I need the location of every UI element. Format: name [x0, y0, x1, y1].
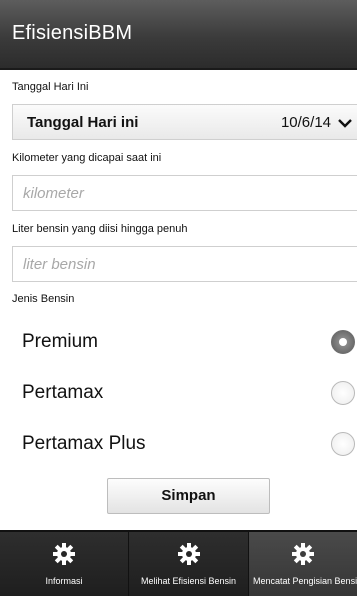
radio-label: Pertamax Plus [22, 433, 146, 454]
liter-input[interactable] [13, 247, 357, 281]
app-title: EfisiensiBBM [12, 22, 133, 44]
fuel-type-label: Jenis Bensin [12, 293, 75, 305]
radio-option-premium[interactable]: Premium [12, 322, 357, 362]
radio-button[interactable] [331, 432, 355, 456]
gear-icon [177, 543, 200, 565]
tab-label: Informasi [45, 576, 83, 586]
gear-icon [292, 543, 314, 565]
radio-option-pertamax-plus[interactable]: Pertamax Plus [12, 424, 357, 464]
tab-melihat-efisiensi[interactable]: Melihat Efisiensi Bensin [129, 532, 249, 596]
date-value: 10/6/14 [280, 114, 331, 131]
liter-field[interactable] [12, 246, 357, 282]
date-section-label: Tanggal Hari Ini [12, 81, 89, 93]
date-picker[interactable]: Tanggal Hari ini 10/6/14 [12, 104, 357, 140]
tab-informasi[interactable]: Informasi [0, 532, 129, 596]
kilometer-label: Kilometer yang dicapai saat ini [12, 152, 162, 164]
radio-button[interactable] [331, 381, 355, 405]
kilometer-input[interactable] [13, 176, 357, 210]
date-picker-label: Tanggal Hari ini [27, 114, 139, 131]
liter-label: Liter bensin yang diisi hingga penuh [12, 223, 188, 235]
radio-label: Pertamax [22, 382, 104, 403]
radio-button-selected[interactable] [331, 330, 355, 354]
title-bar: EfisiensiBBM [0, 0, 357, 70]
bottom-tab-bar: Informasi Melihat Efisiensi Bensin Menca… [0, 530, 357, 596]
gear-icon [53, 543, 75, 565]
tab-label: Melihat Efisiensi Bensin [140, 576, 237, 586]
radio-option-pertamax[interactable]: Pertamax [12, 373, 357, 413]
tab-label: Mencatat Pengisian Bensin [253, 576, 357, 586]
chevron-down-icon [338, 119, 352, 128]
tab-mencatat-pengisian[interactable]: Mencatat Pengisian Bensin [249, 532, 357, 596]
kilometer-field[interactable] [12, 175, 357, 211]
radio-label: Premium [22, 331, 99, 352]
save-button[interactable]: Simpan [107, 478, 270, 514]
